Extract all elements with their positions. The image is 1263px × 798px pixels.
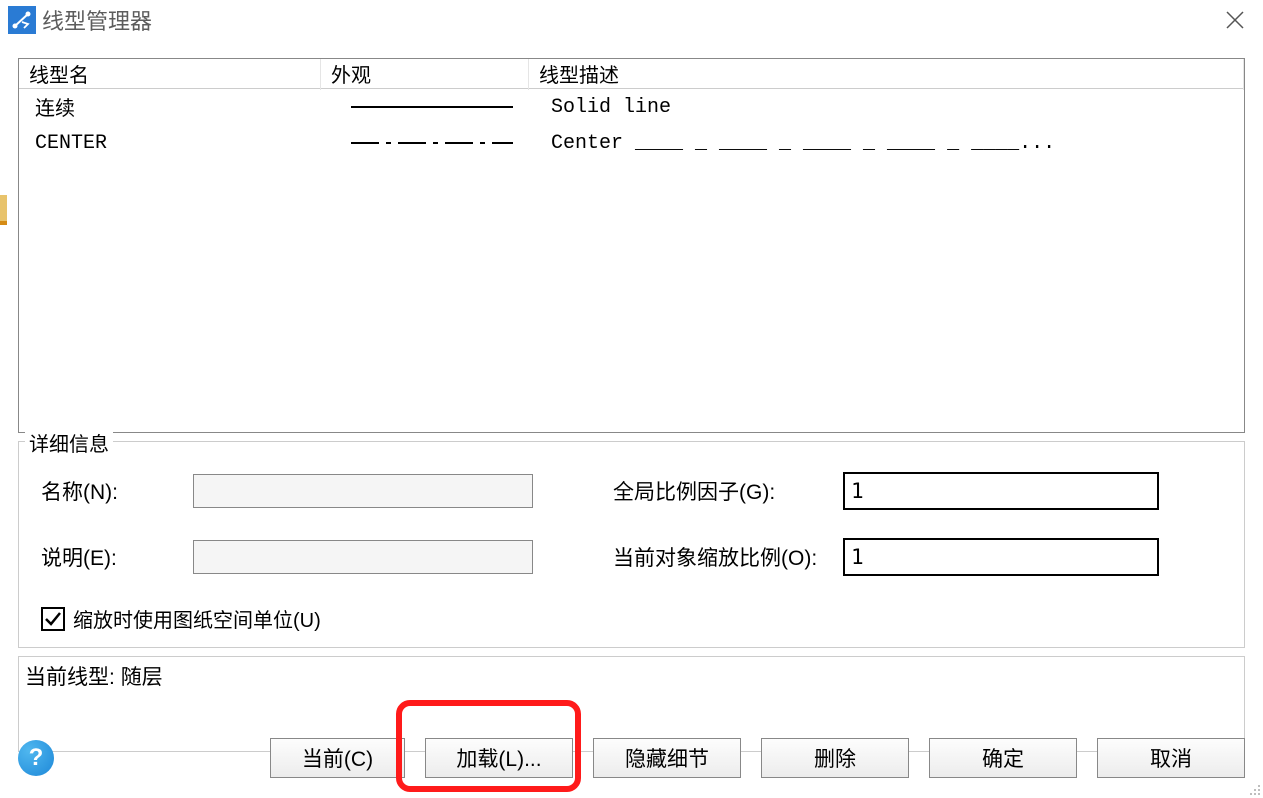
paperspace-checkbox-label: 缩放时使用图纸空间单位(U) bbox=[73, 604, 321, 633]
current-linetype-value: 随层 bbox=[121, 666, 163, 689]
delete-button[interactable]: 删除 bbox=[761, 738, 909, 778]
desc-label: 说明(E): bbox=[41, 542, 193, 572]
load-button[interactable]: 加载(L)... bbox=[425, 738, 573, 778]
desc-field[interactable] bbox=[193, 540, 533, 574]
table-row[interactable]: CENTER Center ____ _ ____ _ ____ _ ____ … bbox=[19, 125, 1244, 161]
resize-grip-icon[interactable] bbox=[1247, 782, 1261, 796]
header-name[interactable]: 线型名 bbox=[19, 58, 321, 90]
cell-name: CENTER bbox=[19, 130, 321, 157]
hide-details-button[interactable]: 隐藏细节 bbox=[593, 738, 741, 778]
cell-appearance bbox=[321, 104, 529, 110]
name-label: 名称(N): bbox=[41, 476, 193, 506]
table-body: 连续 Solid line CENTER Center ____ _ ____ … bbox=[19, 89, 1244, 161]
table-header-row: 线型名 外观 线型描述 bbox=[19, 59, 1244, 89]
object-scale-label: 当前对象缩放比例(O): bbox=[613, 542, 843, 572]
paperspace-checkbox-row[interactable]: 缩放时使用图纸空间单位(U) bbox=[41, 604, 1163, 633]
header-appearance[interactable]: 外观 bbox=[321, 58, 529, 90]
close-button[interactable] bbox=[1215, 0, 1255, 40]
close-icon bbox=[1225, 10, 1245, 30]
linetype-preview-solid bbox=[351, 106, 513, 108]
current-linetype-label: 当前线型: bbox=[25, 666, 115, 689]
linetype-preview-center bbox=[351, 142, 513, 144]
global-scale-field[interactable] bbox=[843, 472, 1159, 510]
table-row[interactable]: 连续 Solid line bbox=[19, 89, 1244, 125]
check-icon bbox=[44, 610, 62, 628]
button-row: ? 当前(C) 加载(L)... 隐藏细节 删除 确定 取消 bbox=[18, 738, 1245, 778]
paperspace-checkbox[interactable] bbox=[41, 607, 65, 631]
object-scale-field[interactable] bbox=[843, 538, 1159, 576]
ok-button[interactable]: 确定 bbox=[929, 738, 1077, 778]
global-scale-label: 全局比例因子(G): bbox=[613, 476, 843, 506]
name-field[interactable] bbox=[193, 474, 533, 508]
help-button[interactable]: ? bbox=[18, 740, 54, 776]
cell-name: 连续 bbox=[19, 90, 321, 124]
linetype-manager-dialog: 线型管理器 线型名 外观 线型描述 连续 Solid line bbox=[0, 0, 1263, 798]
header-description[interactable]: 线型描述 bbox=[529, 58, 1244, 90]
current-button[interactable]: 当前(C) bbox=[270, 738, 405, 778]
app-icon bbox=[8, 6, 36, 34]
cell-description: Solid line bbox=[529, 94, 1244, 121]
content-area: 线型名 外观 线型描述 连续 Solid line CENTER bbox=[0, 40, 1263, 798]
cancel-button[interactable]: 取消 bbox=[1097, 738, 1245, 778]
linetype-table[interactable]: 线型名 外观 线型描述 连续 Solid line CENTER bbox=[18, 58, 1245, 433]
left-edge-decoration bbox=[0, 195, 7, 225]
window-title: 线型管理器 bbox=[42, 4, 152, 36]
cell-description: Center ____ _ ____ _ ____ _ ____ _ ____.… bbox=[529, 130, 1244, 157]
cell-appearance bbox=[321, 140, 529, 146]
details-group: 详细信息 名称(N): 全局比例因子(G): 说明(E): 当前对象缩放比例(O… bbox=[18, 441, 1245, 648]
title-bar: 线型管理器 bbox=[0, 0, 1263, 40]
details-legend: 详细信息 bbox=[25, 428, 113, 457]
